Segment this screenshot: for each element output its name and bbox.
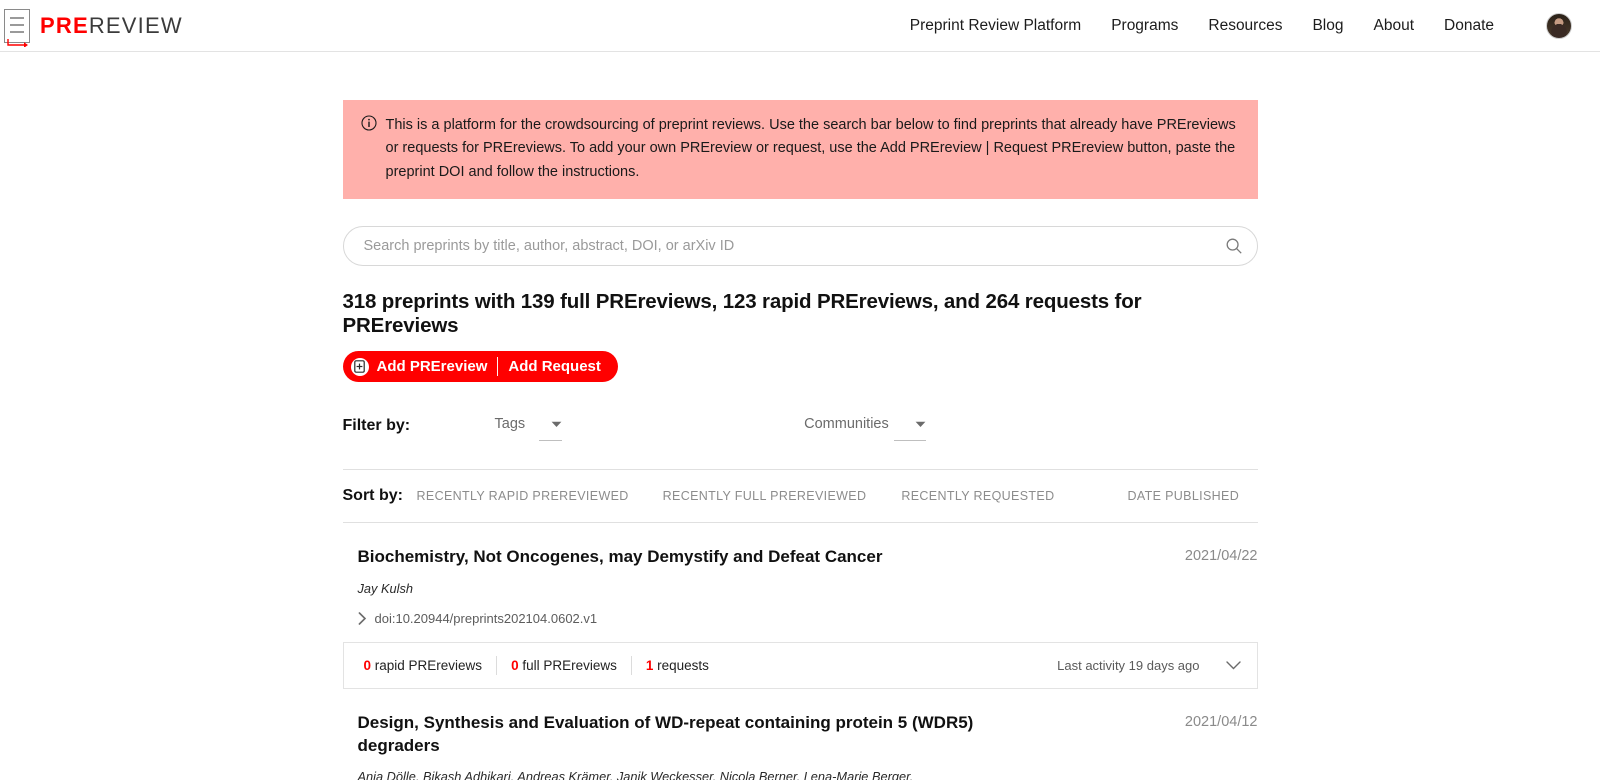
preprint-doi-row: doi:10.20944/preprints202104.0602.v1 (358, 611, 1258, 626)
info-banner: This is a platform for the crowdsourcing… (342, 100, 1258, 200)
requests-count-label: requests (653, 657, 709, 673)
search-icon (1226, 239, 1242, 255)
filter-by-label: Filter by: (342, 417, 411, 435)
nav-item-blog[interactable]: Blog (1312, 17, 1343, 35)
document-lines-icon (4, 8, 30, 47)
dropdown-underline (538, 440, 563, 442)
last-activity-text: Last activity 19 days ago (1057, 657, 1200, 673)
sort-option-recently-requested[interactable]: RECENTLY REQUESTED (901, 489, 1054, 503)
filter-dropdown-tags[interactable]: Tags (494, 416, 563, 442)
preprint-authors: Jay Kulsh (357, 580, 413, 596)
activity-right: Last activity 19 days ago (1057, 657, 1241, 673)
preprint-date: 2021/04/22 (1184, 548, 1258, 565)
preprint-item: Design, Synthesis and Evaluation of WD-r… (343, 689, 1258, 780)
nav-item-resources[interactable]: Resources (1208, 17, 1282, 35)
add-prereview-button[interactable]: Add PREreview Add Request (342, 351, 618, 383)
preprint-doi[interactable]: doi:10.20944/preprints202104.0602.v1 (375, 611, 598, 626)
preprint-title[interactable]: Design, Synthesis and Evaluation of WD-r… (358, 711, 978, 758)
filter-dropdown-communities[interactable]: Communities (804, 416, 926, 442)
info-circle-icon (360, 115, 377, 131)
logo-wordmark: PREREVIEW (40, 13, 183, 39)
search-button[interactable] (1219, 231, 1249, 261)
preprint-item: Biochemistry, Not Oncogenes, may Demysti… (342, 523, 1258, 689)
preprint-header: Design, Synthesis and Evaluation of WD-r… (343, 711, 1258, 758)
preprint-date: 2021/04/12 (1184, 713, 1258, 730)
filter-dropdown-tags-label: Tags (494, 416, 526, 433)
add-request-label[interactable]: Add Request (508, 358, 601, 375)
sort-option-recently-rapid-prereviewed[interactable]: RECENTLY RAPID PREREVIEWED (417, 489, 629, 503)
full-count-value: 0 (511, 657, 519, 673)
logo-pre: PRE (40, 12, 89, 38)
sort-by-label: Sort by: (342, 487, 403, 505)
activity-divider (630, 655, 632, 675)
button-divider (497, 357, 499, 377)
search-bar[interactable] (342, 226, 1258, 267)
chevron-down-icon (551, 421, 562, 427)
nav-item-programs[interactable]: Programs (1111, 17, 1178, 35)
full-prereviews-count[interactable]: 0 full PREreviews (511, 658, 617, 673)
preprint-authors: Anja Dölle, Bikash Adhikari, Andreas Krä… (357, 769, 914, 780)
main-navigation: Preprint Review Platform Programs Resour… (910, 12, 1572, 39)
red-arrow-icon (7, 38, 28, 47)
chevron-down-icon[interactable] (1225, 660, 1241, 670)
dropdown-underline (894, 440, 926, 442)
filter-dropdown-communities-label: Communities (804, 416, 889, 433)
info-banner-text: This is a platform for the crowdsourcing… (385, 117, 1236, 180)
rapid-prereviews-count[interactable]: 0 rapid PREreviews (364, 658, 483, 673)
nav-item-donate[interactable]: Donate (1444, 17, 1494, 35)
filter-row: Filter by: Tags Communities (343, 404, 1258, 448)
sort-row: Sort by: RECENTLY RAPID PREREVIEWED RECE… (343, 470, 1258, 522)
chevron-down-icon (915, 421, 926, 427)
sort-option-recently-full-prereviewed[interactable]: RECENTLY FULL PREREVIEWED (663, 489, 867, 503)
preprint-activity-bar: 0 rapid PREreviews 0 full PREreviews 1 r… (342, 641, 1258, 689)
add-document-icon (350, 357, 369, 376)
avatar[interactable] (1546, 12, 1572, 39)
add-prereview-label: Add PREreview (376, 358, 488, 376)
site-logo[interactable]: PREREVIEW (0, 8, 183, 47)
sort-option-date-published[interactable]: DATE PUBLISHED (1127, 489, 1239, 503)
page-root: PREREVIEW Preprint Review Platform Progr… (0, 0, 1600, 780)
logo-review: REVIEW (88, 12, 183, 38)
nav-item-preprint-review-platform[interactable]: Preprint Review Platform (910, 17, 1081, 35)
rapid-count-value: 0 (363, 657, 372, 673)
main-content: This is a platform for the crowdsourcing… (342, 52, 1258, 780)
chevron-right-icon (358, 611, 366, 625)
activity-divider (496, 655, 498, 675)
site-header: PREREVIEW Preprint Review Platform Progr… (0, 0, 1600, 52)
rapid-count-label: rapid PREreviews (371, 657, 483, 673)
requests-count[interactable]: 1 requests (646, 658, 709, 673)
preprint-header: Biochemistry, Not Oncogenes, may Demysti… (343, 545, 1258, 568)
page-title: 318 preprints with 139 full PREreviews, … (342, 290, 1142, 338)
preprint-title[interactable]: Biochemistry, Not Oncogenes, may Demysti… (358, 545, 883, 568)
nav-item-about[interactable]: About (1374, 17, 1415, 35)
full-count-label: full PREreviews (518, 657, 617, 673)
search-input[interactable] (361, 237, 1219, 256)
